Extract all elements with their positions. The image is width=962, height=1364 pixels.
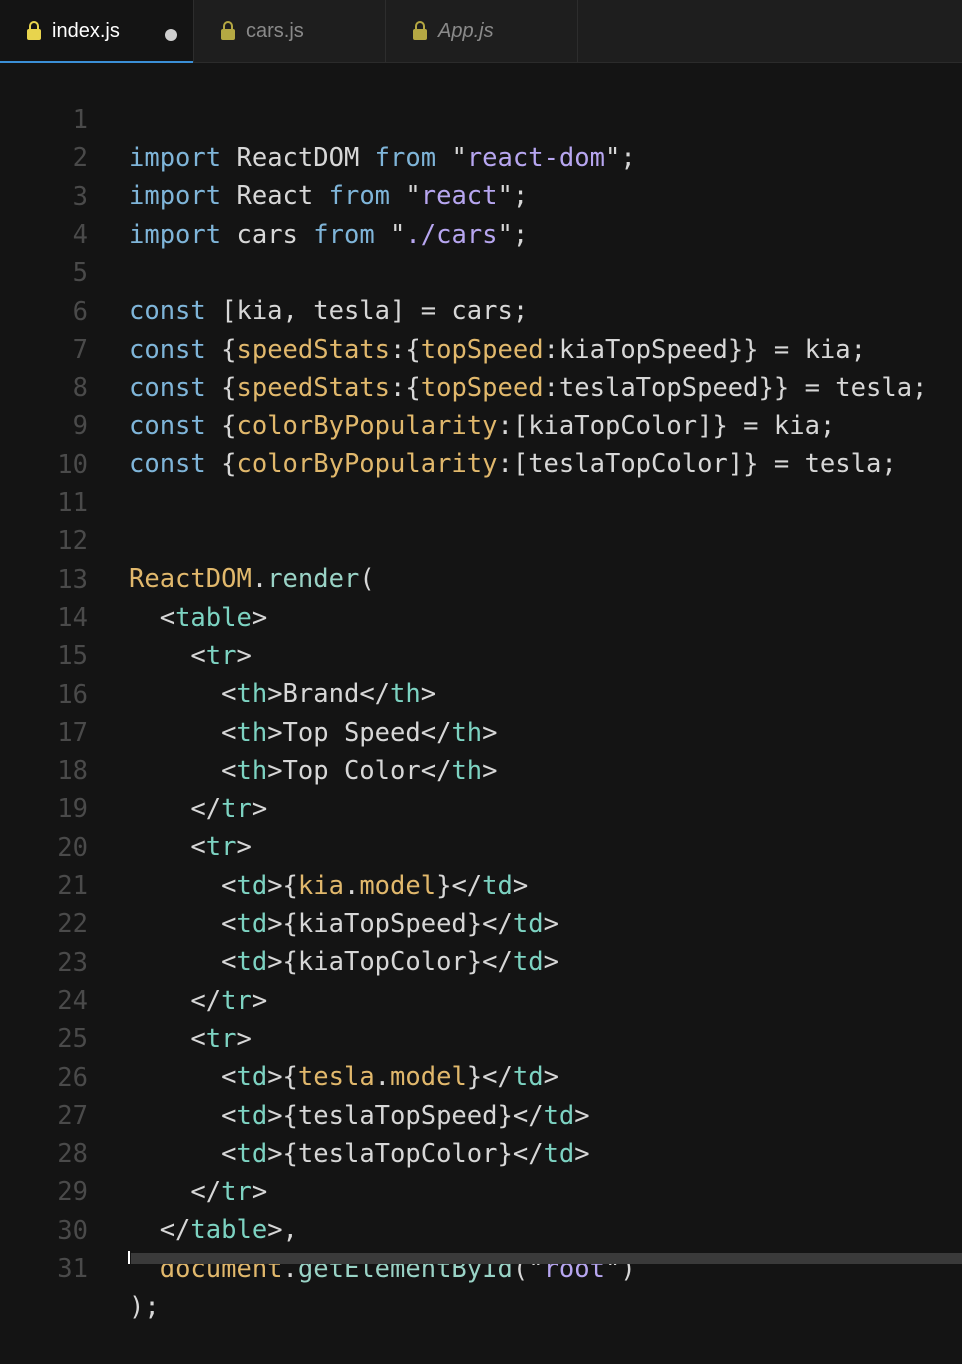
line-number: 31 (57, 1254, 88, 1284)
code-line: 16 <th>Top Speed</th> (0, 638, 962, 748)
code-line: 11 (0, 446, 962, 518)
tab-bar: index.js cars.js App.js (0, 0, 962, 63)
code-line: 23 </tr> (0, 906, 962, 1016)
lock-icon (413, 21, 427, 40)
tab-label: cars.js (246, 19, 304, 42)
code-line: 12 ReactDOM.render( (0, 484, 962, 594)
code-line: 3 import cars from "./cars"; (0, 140, 962, 250)
code-line: 1 import ReactDOM from "react-dom"; (0, 63, 962, 173)
code-line: 22 <td>{kiaTopColor}</td> (0, 867, 962, 977)
code-line: 7 const {speedStats:{topSpeed:teslaTopSp… (0, 293, 962, 403)
code-line: 25 <td>{tesla.model}</td> (0, 982, 962, 1092)
tab-cars-js[interactable]: cars.js (194, 0, 386, 62)
code-line: 28 </tr> (0, 1097, 962, 1207)
code-line: 15 <th>Brand</th> (0, 599, 962, 709)
tab-label: index.js (52, 19, 120, 42)
code-line: 30 document.getElementById("root") (0, 1174, 962, 1284)
tab-label: App.js (438, 19, 494, 42)
lock-icon (221, 21, 235, 40)
code-line: 21 <td>{kiaTopSpeed}</td> (0, 829, 962, 939)
tab-index-js[interactable]: index.js (0, 0, 194, 63)
code-line: 27 <td>{teslaTopColor}</td> (0, 1059, 962, 1169)
unsaved-dot-icon (165, 29, 177, 41)
code-text: ); (129, 1292, 160, 1322)
code-line: 9 const {colorByPopularity:[teslaTopColo… (0, 369, 962, 479)
horizontal-scrollbar[interactable] (131, 1253, 962, 1264)
code-line: 14 <tr> (0, 561, 962, 671)
tab-app-js[interactable]: App.js (386, 0, 578, 62)
code-line: 18 </tr> (0, 714, 962, 824)
code-line: 8 const {colorByPopularity:[kiaTopColor]… (0, 331, 962, 441)
code-line: 20 <td>{kia.model}</td> (0, 791, 962, 901)
code-line: 19 <tr> (0, 752, 962, 862)
code-editor[interactable]: 1 import ReactDOM from "react-dom"; 2 im… (0, 63, 962, 1322)
code-line: 5 const [kia, tesla] = cars; (0, 216, 962, 326)
lock-icon (27, 21, 41, 40)
code-line: 24 <tr> (0, 944, 962, 1054)
code-line: 6 const {speedStats:{topSpeed:kiaTopSpee… (0, 255, 962, 365)
code-line: 31 ); (0, 1212, 962, 1322)
code-line: 29 </table>, (0, 1135, 962, 1245)
code-line: 17 <th>Top Color</th> (0, 676, 962, 786)
code-line: 26 <td>{teslaTopSpeed}</td> (0, 1021, 962, 1131)
text-cursor (128, 1251, 130, 1264)
code-line: 10 (0, 408, 962, 480)
code-line: 2 import React from "react"; (0, 101, 962, 211)
code-line: 4 (0, 178, 962, 250)
code-line: 13 <table> (0, 523, 962, 633)
